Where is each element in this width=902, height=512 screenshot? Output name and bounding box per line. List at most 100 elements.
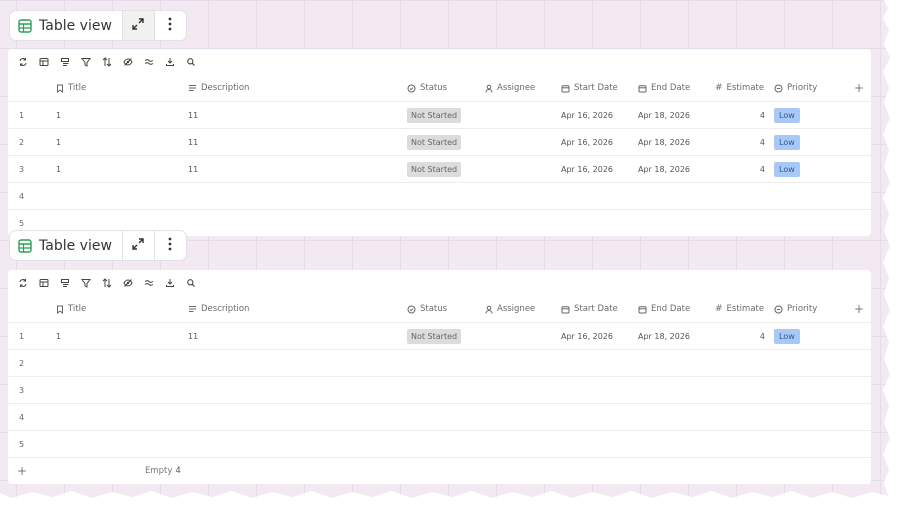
column-header-assignee[interactable]: Assignee — [485, 296, 535, 322]
status-circle-icon — [407, 84, 416, 93]
column-header-estimate[interactable]: # Estimate — [715, 75, 765, 101]
estimate-cell[interactable]: 4 — [715, 129, 765, 155]
table-row[interactable]: 1 1 11 Not Started Apr 16, 2026 Apr 18, … — [8, 323, 871, 350]
view-title-button[interactable]: Table view — [10, 231, 122, 260]
table-row[interactable]: 1 1 11 Not Started Apr 16, 2026 Apr 18, … — [8, 102, 871, 129]
column-header-status[interactable]: Status — [407, 75, 447, 101]
status-badge: Not Started — [407, 328, 462, 344]
priority-cell[interactable]: Low — [774, 102, 800, 128]
start-date-cell[interactable]: Apr 16, 2026 — [561, 102, 613, 128]
sort-icon[interactable] — [99, 54, 115, 70]
row-number: 4 — [19, 191, 25, 201]
layout-icon[interactable] — [36, 275, 52, 291]
estimate-cell[interactable]: 4 — [715, 323, 765, 349]
group-icon[interactable] — [57, 54, 73, 70]
end-date-cell[interactable]: Apr 18, 2026 — [638, 323, 690, 349]
column-header-estimate[interactable]: # Estimate — [715, 296, 765, 322]
status-cell[interactable]: Not Started — [407, 323, 462, 349]
priority-badge: Low — [774, 107, 800, 123]
description-cell[interactable]: 11 — [188, 323, 198, 349]
column-header-status[interactable]: Status — [407, 296, 447, 322]
table-row[interactable]: 2 — [8, 350, 871, 377]
add-row-button[interactable]: + — [17, 458, 27, 484]
column-header-assignee[interactable]: Assignee — [485, 75, 535, 101]
table-row[interactable]: 3 1 11 Not Started Apr 16, 2026 Apr 18, … — [8, 156, 871, 183]
start-date-cell[interactable]: Apr 16, 2026 — [561, 129, 613, 155]
more-button[interactable] — [153, 231, 186, 260]
adjust-icon[interactable] — [141, 275, 157, 291]
expand-button[interactable] — [121, 11, 154, 40]
filter-icon[interactable] — [78, 54, 94, 70]
search-icon[interactable] — [183, 54, 199, 70]
column-header-start-date[interactable]: Start Date — [561, 296, 618, 322]
priority-cell[interactable]: Low — [774, 323, 800, 349]
column-header-priority[interactable]: Priority — [774, 296, 817, 322]
description-cell[interactable]: 11 — [188, 129, 198, 155]
expand-button[interactable] — [121, 231, 154, 260]
title-cell[interactable]: 1 — [56, 102, 61, 128]
estimate-cell[interactable]: 4 — [715, 102, 765, 128]
table-row[interactable]: 2 1 11 Not Started Apr 16, 2026 Apr 18, … — [8, 129, 871, 156]
view-title-button[interactable]: Table view — [10, 11, 122, 40]
status-badge: Not Started — [407, 134, 462, 150]
empty-count-value: 4 — [175, 466, 181, 476]
add-column-button[interactable]: + — [854, 75, 864, 101]
search-icon[interactable] — [183, 275, 199, 291]
sync-icon[interactable] — [15, 275, 31, 291]
table-row[interactable]: 4 — [8, 404, 871, 431]
hide-icon[interactable] — [120, 54, 136, 70]
table-footer: + Empty 4 — [8, 458, 871, 484]
end-date-cell[interactable]: Apr 18, 2026 — [638, 102, 690, 128]
adjust-icon[interactable] — [141, 54, 157, 70]
filter-icon[interactable] — [78, 275, 94, 291]
priority-cell[interactable]: Low — [774, 129, 800, 155]
sort-icon[interactable] — [99, 275, 115, 291]
column-header-end-date[interactable]: End Date — [638, 296, 690, 322]
empty-count: Empty 4 — [145, 466, 181, 476]
column-header-title[interactable]: Title — [56, 75, 86, 101]
priority-badge: Low — [774, 328, 800, 344]
end-date-cell[interactable]: Apr 18, 2026 — [638, 156, 690, 182]
download-icon[interactable] — [162, 54, 178, 70]
end-date-cell[interactable]: Apr 18, 2026 — [638, 129, 690, 155]
table-row[interactable]: 4 — [8, 183, 871, 210]
column-header-title[interactable]: Title — [56, 296, 86, 322]
title-cell[interactable]: 1 — [56, 323, 61, 349]
group-icon[interactable] — [57, 275, 73, 291]
status-cell[interactable]: Not Started — [407, 156, 462, 182]
start-date-cell[interactable]: Apr 16, 2026 — [561, 323, 613, 349]
description-cell[interactable]: 11 — [188, 102, 198, 128]
view-header-2: Table view — [9, 230, 187, 261]
status-cell[interactable]: Not Started — [407, 102, 462, 128]
status-badge: Not Started — [407, 107, 462, 123]
start-date-cell[interactable]: Apr 16, 2026 — [561, 156, 613, 182]
row-number: 5 — [19, 439, 25, 449]
column-header-start-date[interactable]: Start Date — [561, 75, 618, 101]
title-cell[interactable]: 1 — [56, 156, 61, 182]
add-column-button[interactable]: + — [854, 296, 864, 322]
person-icon — [485, 84, 493, 93]
more-button[interactable] — [153, 11, 186, 40]
priority-cell[interactable]: Low — [774, 156, 800, 182]
column-header-priority[interactable]: Priority — [774, 75, 817, 101]
row-number: 3 — [19, 164, 25, 174]
view-header-1: Table view — [9, 10, 187, 41]
title-cell[interactable]: 1 — [56, 129, 61, 155]
calendar-icon — [638, 305, 647, 314]
download-icon[interactable] — [162, 275, 178, 291]
sync-icon[interactable] — [15, 54, 31, 70]
estimate-cell[interactable]: 4 — [715, 156, 765, 182]
description-cell[interactable]: 11 — [188, 156, 198, 182]
bookmark-icon — [56, 305, 64, 314]
person-icon — [485, 305, 493, 314]
expand-icon — [131, 16, 145, 35]
table-row[interactable]: 5 — [8, 431, 871, 458]
status-cell[interactable]: Not Started — [407, 129, 462, 155]
layout-icon[interactable] — [36, 54, 52, 70]
column-header-description[interactable]: Description — [188, 296, 249, 322]
column-header-description[interactable]: Description — [188, 75, 249, 101]
hide-icon[interactable] — [120, 275, 136, 291]
column-header-end-date[interactable]: End Date — [638, 75, 690, 101]
view-title: Table view — [39, 17, 112, 34]
table-row[interactable]: 3 — [8, 377, 871, 404]
